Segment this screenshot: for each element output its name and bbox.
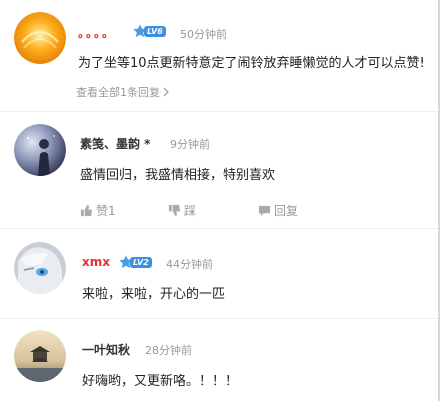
level-badge: LV2	[118, 254, 152, 270]
reply-button[interactable]: 回复	[258, 202, 298, 219]
view-replies-link[interactable]: 查看全部1条回复	[76, 84, 170, 100]
comment-text: 为了坐等10点更新特意定了闹铃放弃睡懒觉的人才可以点赞!	[78, 56, 425, 71]
divider	[0, 228, 440, 229]
comment-time: 9分钟前	[170, 138, 210, 151]
avatar[interactable]	[14, 242, 66, 294]
comment-time: 50分钟前	[180, 28, 227, 41]
speech-bubble-icon	[258, 205, 271, 217]
like-button[interactable]: 赞1	[80, 202, 116, 219]
comment-text: 盛情回归，我盛情相接，特别喜欢	[80, 168, 276, 183]
thumbs-down-icon	[168, 204, 181, 217]
divider	[0, 111, 440, 112]
divider	[0, 318, 440, 319]
comment-time: 28分钟前	[145, 344, 192, 357]
comment-author[interactable]: xmx	[82, 255, 110, 269]
comment-author[interactable]: 一叶知秋	[82, 341, 130, 358]
avatar[interactable]	[14, 330, 66, 382]
comment-author[interactable]: 。。。。	[78, 24, 116, 41]
chevron-right-icon	[163, 87, 169, 97]
avatar[interactable]	[14, 12, 66, 64]
thumbs-up-icon	[80, 204, 93, 217]
comment-time: 44分钟前	[166, 258, 213, 271]
level-badge: LV6	[132, 23, 166, 39]
comment-text: 好嗨哟，又更新咯。！！！	[82, 374, 239, 389]
comment-text: 来啦，来啦，开心的一匹	[82, 287, 226, 302]
comment-author[interactable]: 素笺、墨韵 *	[80, 135, 150, 152]
avatar[interactable]	[14, 124, 66, 176]
dislike-button[interactable]: 踩	[168, 202, 196, 219]
